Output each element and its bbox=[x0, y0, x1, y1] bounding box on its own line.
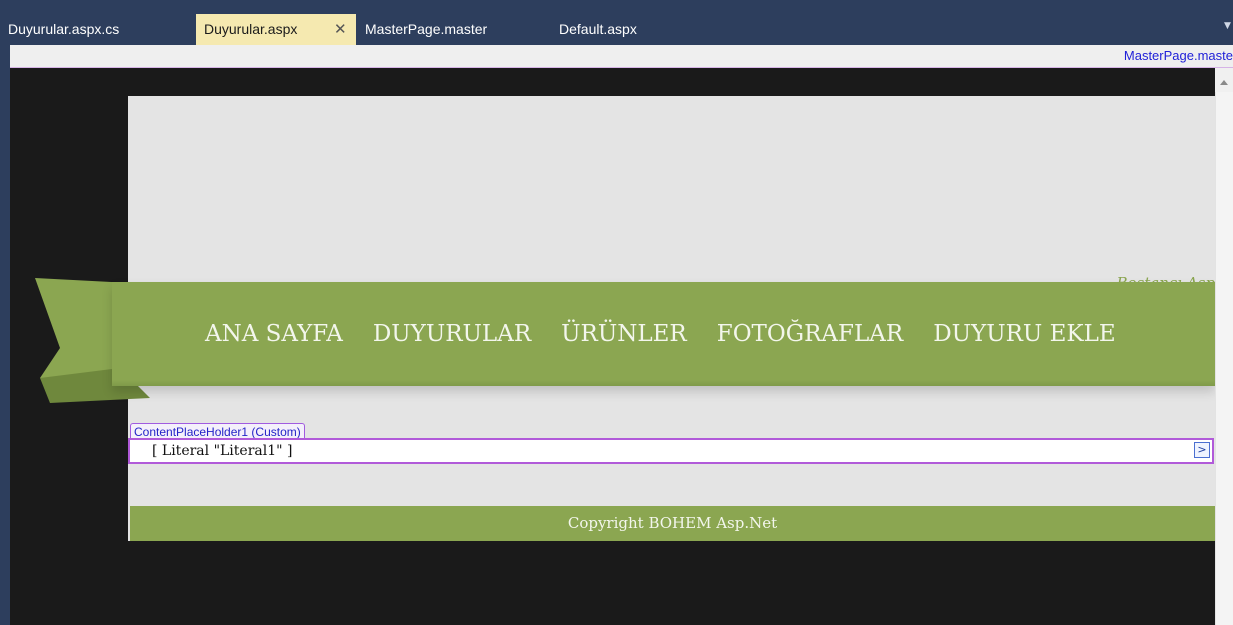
left-frame-edge bbox=[0, 45, 10, 625]
tab-masterpage-master[interactable]: MasterPage.master bbox=[357, 14, 547, 45]
dropdown-arrow-icon[interactable]: ▼ bbox=[1222, 20, 1233, 32]
design-surface: Bostancı Asp ANA SAYFA DUYURULAR ÜRÜNLER… bbox=[10, 68, 1215, 625]
document-tab-strip: Duyurular.aspx.cs Duyurular.aspx ✕ Maste… bbox=[0, 0, 1233, 45]
nav-item-duyuru-ekle[interactable]: DUYURU EKLE bbox=[933, 321, 1115, 347]
literal-control[interactable]: [ Literal "Literal1" ] bbox=[152, 443, 292, 459]
tab-duyurular-aspx[interactable]: Duyurular.aspx ✕ bbox=[196, 14, 356, 45]
nav-item-fotograflar[interactable]: FOTOĞRAFLAR bbox=[717, 321, 903, 347]
master-page-link[interactable]: MasterPage.maste bbox=[1124, 48, 1233, 63]
tab-label: Duyurular.aspx bbox=[204, 21, 298, 37]
tab-default-aspx[interactable]: Default.aspx bbox=[551, 14, 741, 45]
page-footer: Copyright BOHEM Asp.Net bbox=[130, 506, 1215, 541]
vertical-scrollbar[interactable] bbox=[1215, 68, 1233, 625]
nav-item-urunler[interactable]: ÜRÜNLER bbox=[561, 321, 687, 347]
footer-text: Copyright BOHEM Asp.Net bbox=[567, 514, 778, 532]
nav-menu: ANA SAYFA DUYURULAR ÜRÜNLER FOTOĞRAFLAR … bbox=[205, 282, 1146, 386]
close-icon[interactable]: ✕ bbox=[334, 14, 347, 45]
content-placeholder-region[interactable]: [ Literal "Literal1" ] > bbox=[128, 438, 1214, 464]
scroll-up-icon[interactable] bbox=[1220, 80, 1228, 85]
tab-duyurular-aspx-cs[interactable]: Duyurular.aspx.cs bbox=[0, 14, 190, 45]
nav-item-duyurular[interactable]: DUYURULAR bbox=[373, 321, 531, 347]
navigation-bar: ANA SAYFA DUYURULAR ÜRÜNLER FOTOĞRAFLAR … bbox=[112, 282, 1215, 386]
nav-item-ana-sayfa[interactable]: ANA SAYFA bbox=[205, 321, 343, 347]
breadcrumb: MasterPage.maste bbox=[10, 45, 1233, 68]
nav-shadow bbox=[112, 380, 1215, 386]
scroll-thumb[interactable] bbox=[1215, 92, 1233, 625]
smart-tag-icon[interactable]: > bbox=[1194, 442, 1210, 458]
